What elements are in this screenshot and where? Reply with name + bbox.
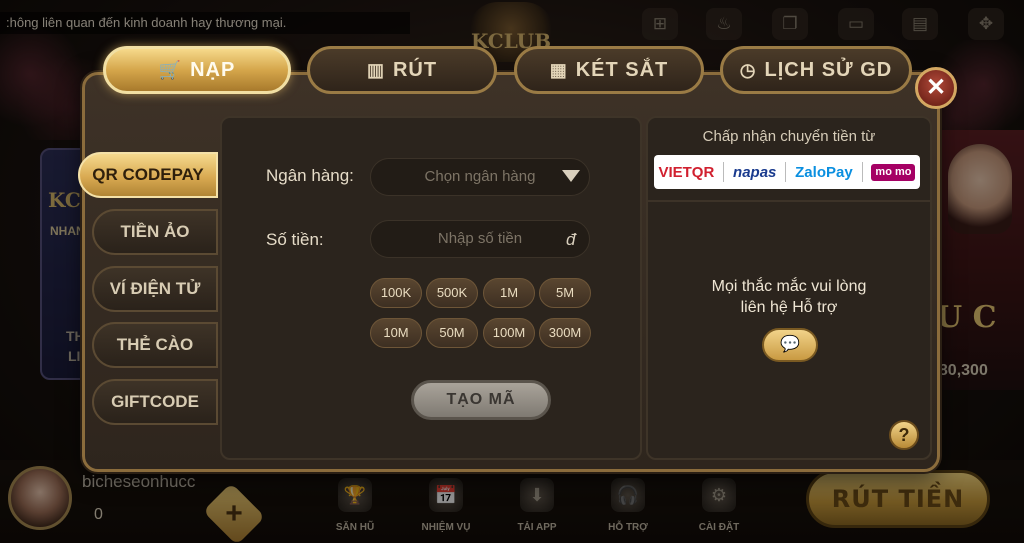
side-item-vi-dien-tu[interactable]: VÍ ĐIỆN TỬ <box>92 266 218 312</box>
create-code-button[interactable]: TẠO MÃ <box>411 380 551 420</box>
momo-logo: mo mo <box>871 163 916 181</box>
accepted-providers-text: Chấp nhận chuyển tiền từ <box>702 128 876 145</box>
info-divider <box>648 200 930 202</box>
amount-preset-button[interactable]: 100M <box>483 318 535 348</box>
help-button[interactable]: ? <box>889 420 919 450</box>
currency-symbol: đ <box>566 230 576 249</box>
tab-rut[interactable]: ▥ RÚT <box>307 46 497 94</box>
chevron-down-icon[interactable] <box>562 170 580 182</box>
support-message: Mọi thắc mắc vui lòng liên hệ Hỗ trợ <box>646 276 932 318</box>
side-item-qr-codepay[interactable]: QR CODEPAY <box>78 152 218 198</box>
tab-label: RÚT <box>392 58 438 81</box>
amount-preset-button[interactable]: 50M <box>426 318 478 348</box>
support-chat-button[interactable]: 💬 <box>762 328 818 362</box>
support-line2: liên hệ Hỗ trợ <box>740 299 838 316</box>
zalopay-logo: ZaloPay <box>795 163 853 181</box>
amount-input[interactable]: Nhập số tiền <box>370 220 590 258</box>
logo-separator <box>785 162 787 182</box>
bank-select[interactable]: Chọn ngân hàng <box>370 158 590 196</box>
payment-method-menu: QR CODEPAY TIỀN ẢO VÍ ĐIỆN TỬ THẺ CÀO GI… <box>78 108 222 464</box>
amount-preset-button[interactable]: 300M <box>539 318 591 348</box>
napas-logo: napas <box>733 163 777 181</box>
tab-label: LỊCH SỬ GD <box>764 58 893 81</box>
close-icon: ✕ <box>925 74 947 101</box>
tab-nap[interactable]: 🛒 NẠP <box>103 46 291 94</box>
close-button[interactable]: ✕ <box>915 67 957 109</box>
amount-preset-button[interactable]: 100K <box>370 278 422 308</box>
tab-label: KÉT SẮT <box>575 58 669 81</box>
vietqr-logo: VIETQR <box>658 163 715 181</box>
amount-preset-button[interactable]: 500K <box>426 278 478 308</box>
tab-lich-su-gd[interactable]: ◷ LỊCH SỬ GD <box>720 46 912 94</box>
cart-icon: 🛒 <box>158 59 183 80</box>
tab-ket-sat[interactable]: ▦ KÉT SẮT <box>514 46 704 94</box>
amount-preset-button[interactable]: 10M <box>370 318 422 348</box>
payment-provider-logos: VIETQR napas ZaloPay mo mo <box>654 155 920 189</box>
support-line1: Mọi thắc mắc vui lòng <box>711 278 867 295</box>
bank-label: Ngân hàng: <box>266 166 354 185</box>
atm-icon: ▥ <box>366 59 385 80</box>
side-item-tien-ao[interactable]: TIỀN ẢO <box>92 209 218 255</box>
safe-icon: ▦ <box>549 59 568 80</box>
amount-preset-button[interactable]: 1M <box>483 278 535 308</box>
logo-separator <box>723 162 725 182</box>
question-icon: ? <box>898 425 910 445</box>
amount-preset-button[interactable]: 5M <box>539 278 591 308</box>
logo-separator <box>861 162 863 182</box>
amount-label: Số tiền: <box>266 230 324 249</box>
clock-icon: ◷ <box>739 59 757 80</box>
tab-label: NẠP <box>190 58 236 81</box>
chat-icon: 💬 <box>780 336 800 353</box>
side-item-the-cao[interactable]: THẺ CÀO <box>92 322 218 368</box>
side-item-giftcode[interactable]: GIFTCODE <box>92 379 218 425</box>
